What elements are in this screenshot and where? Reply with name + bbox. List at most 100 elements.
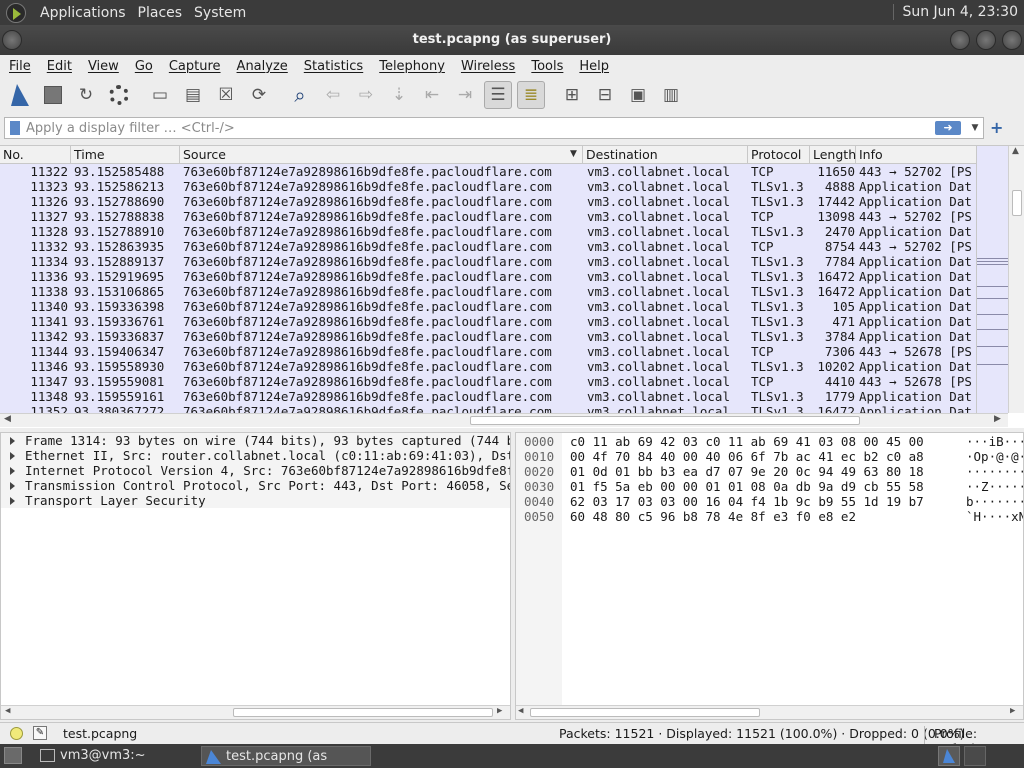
capture-comment-icon[interactable]: ✎ [33,726,47,740]
taskbar-terminal[interactable]: vm3@vm3:~ [36,746,196,766]
expand-chevron-right-icon[interactable] [10,437,15,445]
detail-tree-item[interactable]: Internet Protocol Version 4, Src: 763e60… [1,463,510,478]
column-no[interactable]: No. [0,146,71,164]
scroll-thumb[interactable] [470,416,860,425]
places-menu[interactable]: Places [132,5,189,21]
bytes-row[interactable]: 0040 62 03 17 03 03 00 16 04 f4 1b 9c b9 … [516,494,1023,509]
reload-file-icon[interactable]: ⟳ [245,81,273,109]
normal-size-icon[interactable]: ▣ [624,81,652,109]
expert-info-icon[interactable] [10,727,23,740]
go-forward-icon[interactable]: ⇨ [352,81,380,109]
colorize-icon[interactable]: ≣ [517,81,545,109]
table-row[interactable]: 11332 93.152863935 763e60bf87124e7a9289861… [0,239,976,254]
scroll-up-icon[interactable]: ▲ [1012,146,1019,156]
column-length[interactable]: Length [810,146,856,164]
packet-list-vscroll[interactable]: ▲ [1008,146,1024,413]
scroll-thumb[interactable] [233,708,493,717]
table-row[interactable]: 11338 93.153106865 763e60bf87124e7a9289861… [0,284,976,299]
bookmark-icon[interactable] [10,121,20,135]
table-row[interactable]: 11327 93.152788838 763e60bf87124e7a9289861… [0,209,976,224]
bytes-row[interactable]: 0010 00 4f 70 84 40 00 40 06 6f 7b ac 41 … [516,449,1023,464]
packet-list-hscroll[interactable]: ◀ ▶ [0,413,1008,427]
scroll-left-icon[interactable]: ◀ [518,706,523,716]
open-file-icon[interactable]: ▭ [146,81,174,109]
table-row[interactable]: 11340 93.159336398 763e60bf87124e7a9289861… [0,299,976,314]
menu-file[interactable]: File [0,59,38,74]
scroll-right-icon[interactable]: ▶ [1010,706,1015,716]
column-protocol[interactable]: Protocol [748,146,810,164]
add-filter-button-icon[interactable]: + [990,118,1003,137]
menu-analyze[interactable]: Analyze [228,59,295,74]
clock[interactable]: Sun Jun 4, 23:30 [893,4,1018,20]
minimize-icon[interactable] [950,30,970,50]
table-row[interactable]: 11322 93.152585488 763e60bf87124e7a9289861… [0,164,976,179]
table-row[interactable]: 11347 93.159559081 763e60bf87124e7a9289861… [0,374,976,389]
column-source[interactable]: Source [180,146,583,164]
restart-capture-icon[interactable]: ↻ [72,81,100,109]
scroll-right-icon[interactable]: ▶ [497,706,502,716]
detail-tree-item[interactable]: Ethernet II, Src: router.collabnet.local… [1,448,510,463]
menu-statistics[interactable]: Statistics [295,59,370,74]
table-row[interactable]: 11348 93.159559161 763e60bf87124e7a9289861… [0,389,976,404]
menu-edit[interactable]: Edit [38,59,79,74]
bytes-row[interactable]: 0000 c0 11 ab 69 42 03 c0 11 ab 69 41 03 … [516,434,1023,449]
table-row[interactable]: 11323 93.152586213 763e60bf87124e7a9289861… [0,179,976,194]
expand-chevron-right-icon[interactable] [10,467,15,475]
table-row[interactable]: 11328 93.152788910 763e60bf87124e7a9289861… [0,224,976,239]
menu-telephony[interactable]: Telephony [370,59,452,74]
expand-chevron-right-icon[interactable] [10,497,15,505]
show-desktop-icon[interactable] [4,747,22,764]
system-menu[interactable]: System [188,5,252,21]
column-time[interactable]: Time [71,146,180,164]
scroll-thumb[interactable] [530,708,760,717]
table-row[interactable]: 11326 93.152788690 763e60bf87124e7a9289861… [0,194,976,209]
menu-capture[interactable]: Capture [160,59,228,74]
scroll-left-icon[interactable]: ◀ [5,706,10,716]
detail-tree-item[interactable]: Transmission Control Protocol, Src Port:… [1,478,510,493]
close-file-icon[interactable]: ☒ [212,81,240,109]
table-row[interactable]: 11346 93.159558930 763e60bf87124e7a9289861… [0,359,976,374]
menu-help[interactable]: Help [570,59,616,74]
detail-tree-item[interactable]: Transport Layer Security [1,493,510,508]
autoscroll-icon[interactable]: ☰ [484,81,512,109]
table-row[interactable]: 11344 93.159406347 763e60bf87124e7a9289861… [0,344,976,359]
zoom-in-icon[interactable]: ⊞ [558,81,586,109]
column-info[interactable]: Info [856,146,976,164]
scroll-left-icon[interactable]: ◀ [4,414,11,424]
taskbar-wireshark[interactable]: test.pcapng (as supe... [201,746,371,766]
table-row[interactable]: 11334 93.152889137 763e60bf87124e7a9289861… [0,254,976,269]
bytes-row[interactable]: 0030 01 f5 5a eb 00 00 01 01 08 0a db 9a … [516,479,1023,494]
display-filter-input[interactable] [26,120,935,136]
start-capture-icon[interactable] [6,81,34,109]
applications-menu[interactable]: Applications [34,5,132,21]
close-icon[interactable] [1002,30,1022,50]
packet-minimap[interactable] [976,146,1009,413]
save-file-icon[interactable]: ▤ [179,81,207,109]
scroll-right-icon[interactable]: ▶ [994,414,1001,424]
window-menu-icon[interactable] [2,30,22,50]
expand-chevron-right-icon[interactable] [10,452,15,460]
filter-history-chevron-down-icon[interactable]: ▼ [967,123,983,133]
table-row[interactable]: 11341 93.159336761 763e60bf87124e7a9289861… [0,314,976,329]
capture-options-icon[interactable] [105,81,133,109]
apply-filter-icon[interactable]: ➜ [935,121,961,135]
maximize-icon[interactable] [976,30,996,50]
column-destination[interactable]: Destination [583,146,748,164]
resize-columns-icon[interactable]: ▥ [657,81,685,109]
last-packet-icon[interactable]: ⇥ [451,81,479,109]
go-back-icon[interactable]: ⇦ [319,81,347,109]
table-row[interactable]: 11336 93.152919695 763e60bf87124e7a9289861… [0,269,976,284]
menu-tools[interactable]: Tools [522,59,570,74]
menu-view[interactable]: View [79,59,126,74]
zoom-out-icon[interactable]: ⊟ [591,81,619,109]
detail-tree-item[interactable]: Frame 1314: 93 bytes on wire (744 bits),… [1,433,510,448]
details-hscroll[interactable]: ◀ ▶ [1,705,510,719]
window-titlebar[interactable]: test.pcapng (as superuser) [0,25,1024,55]
workspace-1-icon[interactable] [938,746,960,766]
bytes-row[interactable]: 0050 60 48 80 c5 96 b8 78 4e 8f e3 f0 e8 … [516,509,1023,524]
distro-logo-icon[interactable] [6,2,26,23]
menu-wireless[interactable]: Wireless [452,59,522,74]
go-to-packet-icon[interactable]: ⇣ [385,81,413,109]
bytes-hscroll[interactable]: ◀ ▶ [516,705,1023,719]
workspace-2-icon[interactable] [964,746,986,766]
